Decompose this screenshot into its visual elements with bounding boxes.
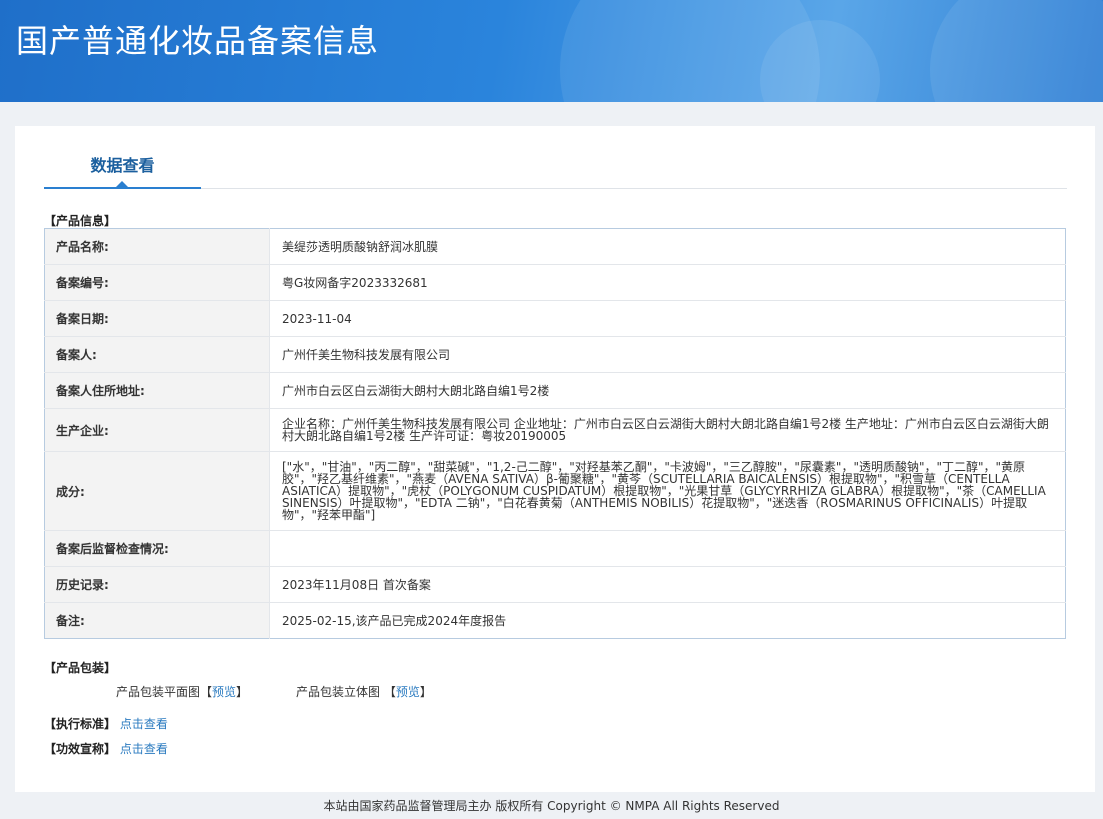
table-row: 备案编号: 粤G妆网备字2023332681: [44, 264, 1066, 301]
table-row: 成分: ["水"，"甘油"，"丙二醇"，"甜菜碱"，"1,2-己二醇"，"对羟基…: [44, 451, 1066, 531]
row-label-filing-date: 备案日期:: [44, 300, 270, 337]
standard-view-link[interactable]: 点击查看: [120, 717, 168, 731]
product-info-label: 【产品信息】: [44, 214, 117, 228]
row-value-filer-address: 广州市白云区白云湖街大朗村大朗北路自编1号2楼: [269, 372, 1066, 409]
page-title: 国产普通化妆品备案信息: [16, 22, 380, 60]
row-label-product-name: 产品名称:: [44, 228, 270, 265]
efficacy-view-link[interactable]: 点击查看: [120, 742, 168, 756]
row-label-filer: 备案人:: [44, 336, 270, 373]
packaging-flat-preview-link[interactable]: 预览: [212, 685, 236, 699]
row-label-ingredients: 成分:: [44, 451, 270, 531]
header-decoration: [930, 0, 1103, 102]
efficacy-label: 【功效宣称】: [44, 742, 117, 756]
row-value-filer: 广州仟美生物科技发展有限公司: [269, 336, 1066, 373]
row-value-manufacturer: 企业名称：广州仟美生物科技发展有限公司 企业地址：广州市白云区白云湖街大朗村大朗…: [269, 408, 1066, 452]
tab-caret-icon: [116, 181, 128, 187]
page-footer: 本站由国家药品监督管理局主办 版权所有 Copyright © NMPA All…: [323, 799, 780, 813]
bracket-close: 】: [236, 685, 249, 699]
row-value-history: 2023年11月08日 首次备案: [269, 566, 1066, 603]
tab-label: 数据查看: [90, 156, 155, 175]
packaging-flat: 产品包装平面图【预览】: [116, 683, 248, 700]
product-info-table: 产品名称: 美缇莎透明质酸钠舒润冰肌膜 备案编号: 粤G妆网备字20233326…: [44, 228, 1066, 639]
table-row: 产品名称: 美缇莎透明质酸钠舒润冰肌膜: [44, 228, 1066, 265]
bracket-open: 【: [383, 685, 396, 699]
table-row: 历史记录: 2023年11月08日 首次备案: [44, 566, 1066, 603]
row-value-ingredients: ["水"，"甘油"，"丙二醇"，"甜菜碱"，"1,2-己二醇"，"对羟基苯乙酮"…: [269, 451, 1066, 531]
page-header: 国产普通化妆品备案信息: [0, 0, 1103, 102]
packaging-solid-preview-link[interactable]: 预览: [396, 685, 420, 699]
row-value-product-name: 美缇莎透明质酸钠舒润冰肌膜: [269, 228, 1066, 265]
table-row: 生产企业: 企业名称：广州仟美生物科技发展有限公司 企业地址：广州市白云区白云湖…: [44, 408, 1066, 452]
packaging-flat-label: 产品包装平面图: [116, 685, 201, 699]
table-row: 备案后监督检查情况:: [44, 530, 1066, 567]
table-row: 备案人: 广州仟美生物科技发展有限公司: [44, 336, 1066, 373]
content-panel: 数据查看 【产品信息】 产品名称: 美缇莎透明质酸钠舒润冰肌膜 备案编号: 粤G…: [15, 126, 1095, 792]
table-row: 备案日期: 2023-11-04: [44, 300, 1066, 337]
table-row: 备注: 2025-02-15,该产品已完成2024年度报告: [44, 602, 1066, 639]
row-label-remarks: 备注:: [44, 602, 270, 639]
packaging-label: 【产品包装】: [44, 661, 117, 675]
row-label-filing-number: 备案编号:: [44, 264, 270, 301]
row-label-manufacturer: 生产企业:: [44, 408, 270, 452]
efficacy-row: 【功效宣称】 点击查看: [44, 740, 168, 757]
row-value-remarks: 2025-02-15,该产品已完成2024年度报告: [282, 613, 507, 628]
row-value-filing-number: 粤G妆网备字2023332681: [269, 264, 1066, 301]
standard-label: 【执行标准】: [44, 717, 117, 731]
row-label-filer-address: 备案人住所地址:: [44, 372, 270, 409]
packaging-solid: 产品包装立体图 【预览】: [296, 683, 432, 700]
row-value-filing-date: 2023-11-04: [269, 300, 1066, 337]
tab-data-view[interactable]: 数据查看: [44, 126, 201, 189]
row-label-history: 历史记录:: [44, 566, 270, 603]
packaging-solid-label: 产品包装立体图: [296, 685, 381, 699]
bracket-close: 】: [419, 685, 432, 699]
table-row: 备案人住所地址: 广州市白云区白云湖街大朗村大朗北路自编1号2楼: [44, 372, 1066, 409]
tab-bar: 数据查看: [44, 126, 1067, 189]
row-label-inspection: 备案后监督检查情况:: [44, 530, 270, 567]
standard-row: 【执行标准】 点击查看: [44, 715, 168, 732]
bracket-open: 【: [200, 685, 213, 699]
row-value-inspection: [269, 530, 1066, 567]
